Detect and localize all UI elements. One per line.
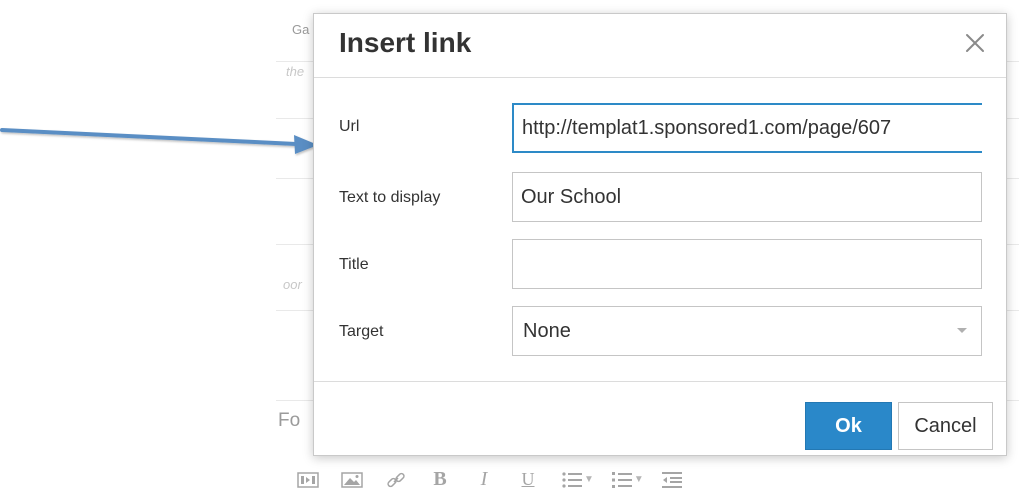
target-row: Target None <box>314 306 1006 356</box>
ok-button[interactable]: Ok <box>805 402 892 450</box>
italic-label: I <box>480 468 488 490</box>
title-row: Title <box>314 239 1006 289</box>
dialog-header: Insert link <box>314 14 1006 78</box>
italic-icon[interactable]: I <box>462 467 506 493</box>
underline-label: U <box>521 469 535 489</box>
annotation-arrow-icon <box>0 128 318 154</box>
close-icon <box>966 34 984 52</box>
target-select[interactable]: None <box>512 306 982 356</box>
dialog-footer: Ok Cancel <box>314 381 1006 456</box>
bold-icon[interactable]: B <box>418 467 462 493</box>
url-input[interactable] <box>512 103 982 153</box>
chevron-down-icon <box>957 328 967 333</box>
image-icon[interactable] <box>330 467 374 493</box>
target-label: Target <box>339 323 384 340</box>
title-label: Title <box>339 256 369 273</box>
outdent-icon[interactable] <box>650 467 694 493</box>
text-to-display-row: Text to display <box>314 172 1006 222</box>
title-input[interactable] <box>512 239 982 289</box>
background-text-fragment: the <box>286 64 305 79</box>
url-row: Url <box>314 103 1006 153</box>
chevron-down-icon[interactable]: ▼ <box>634 474 644 485</box>
link-icon[interactable] <box>374 467 418 493</box>
media-icon[interactable] <box>286 467 330 493</box>
background-text-fragment: oor <box>283 277 302 292</box>
url-label: Url <box>339 118 360 135</box>
dialog-title: Insert link <box>339 27 472 58</box>
underline-icon[interactable]: U <box>506 467 550 493</box>
text-to-display-input[interactable] <box>512 172 982 222</box>
screen: Ga the oor Fo B I U ▼ ▼ Insert link Url … <box>0 0 1019 493</box>
chevron-down-icon[interactable]: ▼ <box>584 474 594 485</box>
bold-label: B <box>433 468 447 490</box>
editor-toolbar: B I U ▼ ▼ <box>286 466 694 493</box>
close-button[interactable] <box>962 30 988 56</box>
target-selected-value: None <box>523 319 571 342</box>
background-text-fragment: Ga <box>292 22 310 37</box>
insert-link-dialog: Insert link Url Text to display Title Ta… <box>313 13 1007 456</box>
background-text-fragment: Fo <box>278 410 301 431</box>
cancel-button[interactable]: Cancel <box>898 402 993 450</box>
text-to-display-label: Text to display <box>339 189 441 206</box>
